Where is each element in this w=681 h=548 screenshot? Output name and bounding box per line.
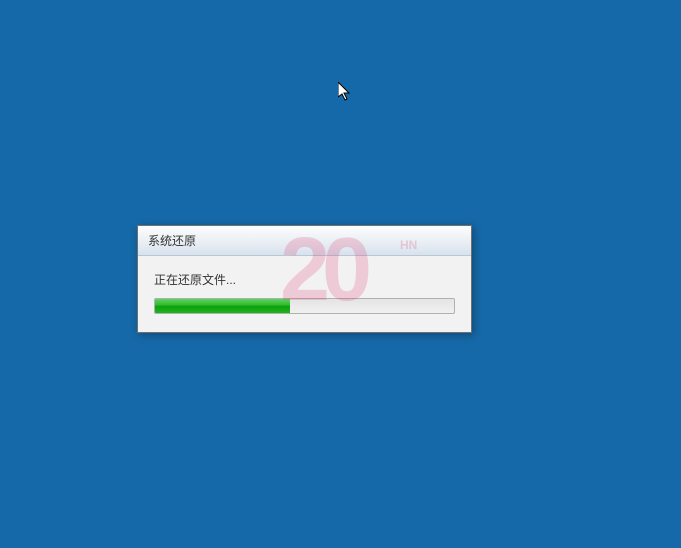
restore-progressbar-fill [155,299,290,313]
system-restore-dialog: 系统还原 正在还原文件... [137,225,472,333]
dialog-body: 正在还原文件... [138,256,471,332]
restore-status-text: 正在还原文件... [154,271,455,288]
cursor-icon [338,82,354,107]
dialog-titlebar: 系统还原 [138,226,471,256]
restore-progressbar [154,298,455,314]
dialog-title: 系统还原 [148,234,196,248]
